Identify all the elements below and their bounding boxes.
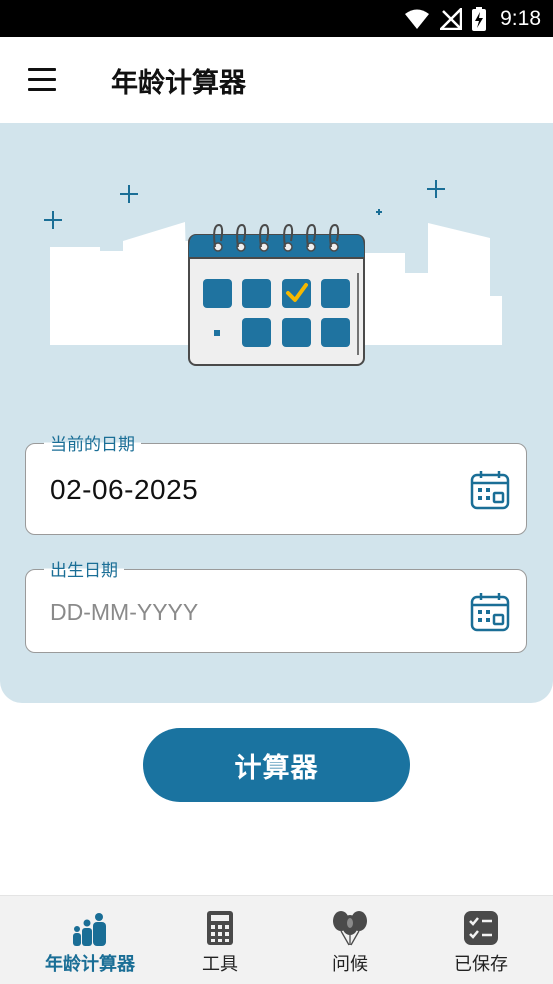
checklist-icon [464, 911, 498, 945]
calendar-icon[interactable] [470, 470, 510, 510]
birth-date-field[interactable]: 出生日期 DD-MM-YYYY [25, 556, 527, 653]
nav-item-tools[interactable]: 工具 [151, 896, 289, 984]
page-title: 年龄计算器 [111, 68, 246, 99]
nav-label: 问候 [332, 954, 368, 975]
sparkle-icon [44, 180, 445, 229]
nav-item-saved[interactable]: 已保存 [412, 896, 550, 984]
birth-date-input[interactable]: DD-MM-YYYY [50, 599, 198, 626]
nav-label: 已保存 [454, 954, 508, 975]
calculator-icon [207, 911, 233, 945]
calendar-illustration [44, 180, 502, 366]
birth-date-label: 出生日期 [44, 556, 124, 581]
bottom-nav: 年龄计算器 工具 问候 已保存 [0, 895, 553, 984]
status-bar: 9:18 [0, 0, 553, 37]
nav-item-age-calculator[interactable]: 年龄计算器 [21, 896, 159, 984]
input-panel: 当前的日期 02-06-2025 出生日期 DD-MM-YYYY [0, 123, 553, 703]
nav-item-greetings[interactable]: 问候 [281, 896, 419, 984]
no-signal-icon [440, 7, 463, 30]
current-date-value[interactable]: 02-06-2025 [50, 474, 198, 506]
app-bar: 年龄计算器 [0, 37, 553, 123]
wifi-icon [405, 9, 430, 29]
hamburger-icon [28, 68, 56, 71]
balloons-icon [333, 911, 367, 946]
family-icon [73, 913, 106, 946]
menu-button[interactable] [26, 68, 60, 94]
nav-label: 年龄计算器 [45, 954, 135, 975]
nav-label: 工具 [202, 954, 238, 975]
clock: 9:18 [500, 6, 541, 30]
current-date-field[interactable]: 当前的日期 02-06-2025 [25, 430, 527, 535]
calendar-icon[interactable] [470, 592, 510, 632]
current-date-label: 当前的日期 [44, 430, 141, 455]
battery-charging-icon [472, 6, 487, 31]
calculate-button[interactable]: 计算器 [143, 728, 410, 802]
